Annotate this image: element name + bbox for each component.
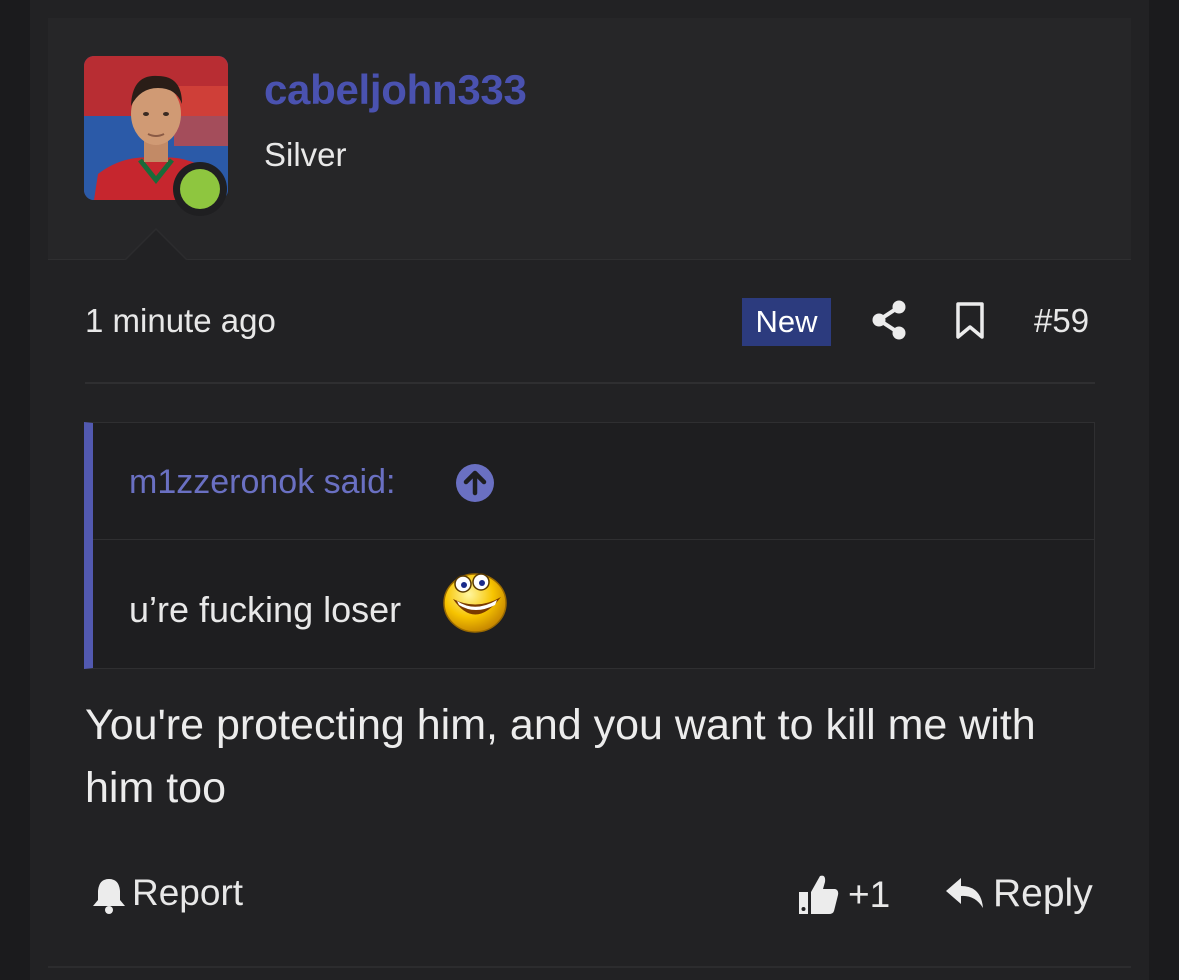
post-container: cabeljohn333 Silver 1 minute ago New #59… [30, 0, 1149, 980]
quote-header: m1zzeronok said: [93, 423, 1094, 540]
post-message: You're protecting him, and you want to k… [85, 701, 1036, 812]
online-status-indicator [173, 162, 227, 216]
user-block: cabeljohn333 Silver [48, 18, 1131, 260]
bell-icon [92, 876, 126, 919]
arrow-up-circle-icon[interactable] [455, 463, 495, 508]
grinning-smiley-icon [441, 569, 509, 640]
quote-author-link[interactable]: m1zzeronok said: [129, 463, 395, 502]
user-title: Silver [264, 136, 347, 173]
quote-block: m1zzeronok said: u’re fucking loser [84, 422, 1095, 669]
user-block-pointer [124, 228, 188, 261]
report-label: Report [132, 872, 244, 913]
post-meta-row: 1 minute ago New #59 [85, 296, 1095, 348]
reply-label: Reply [993, 872, 1093, 915]
share-icon[interactable] [871, 300, 907, 345]
thumbs-up-icon [798, 872, 840, 921]
divider [85, 382, 1095, 384]
like-count: +1 [848, 874, 891, 915]
reply-arrow-icon [945, 876, 985, 917]
bookmark-icon[interactable] [955, 302, 985, 345]
post-number-link[interactable]: #59 [1034, 302, 1089, 340]
quote-text: u’re fucking loser [129, 589, 402, 630]
new-badge: New [742, 298, 831, 346]
post-bottom-divider [48, 966, 1131, 968]
post-timestamp[interactable]: 1 minute ago [85, 302, 276, 340]
username-link[interactable]: cabeljohn333 [264, 66, 527, 114]
